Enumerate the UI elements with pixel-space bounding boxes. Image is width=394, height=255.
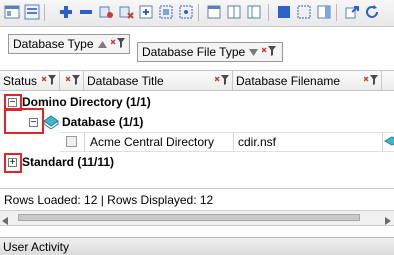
filter-icon[interactable] — [65, 74, 80, 89]
group-chip-database-type[interactable]: Database Type — [8, 34, 130, 54]
column-label: Database Filename — [236, 73, 341, 88]
column-label: Database Title — [87, 73, 164, 88]
open-database-icon[interactable] — [4, 4, 20, 20]
filter-icon[interactable] — [214, 74, 229, 89]
expand-columns-icon[interactable] — [138, 4, 154, 20]
cell-database-title: Acme Central Directory — [90, 135, 215, 149]
layout-icon[interactable] — [246, 4, 262, 20]
toolbar — [0, 0, 394, 27]
column-icon[interactable] — [60, 71, 84, 90]
group-row-standard[interactable]: Standard (11/11) — [22, 155, 114, 169]
row-checkbox[interactable] — [66, 136, 77, 147]
select-icon[interactable] — [158, 4, 174, 20]
filter-icon[interactable] — [261, 45, 277, 60]
column-label: Status — [3, 73, 38, 88]
scroll-left-icon[interactable] — [2, 214, 8, 228]
group-row-domino-directory[interactable]: Domino Directory (1/1) — [22, 95, 151, 109]
blue-square-icon[interactable] — [276, 4, 292, 20]
layout-grid-icon[interactable] — [296, 4, 312, 20]
database-icon — [43, 115, 59, 132]
grouping-bar: Database Type Database File Type — [0, 27, 394, 69]
panel-title: User Activity — [3, 239, 70, 254]
add-icon[interactable] — [58, 4, 74, 20]
refresh-icon[interactable] — [364, 4, 380, 20]
panel-title-bar: User Activity — [0, 237, 394, 255]
scroll-thumb[interactable] — [18, 214, 360, 221]
filter-icon[interactable] — [41, 74, 56, 89]
connect-icon[interactable] — [98, 4, 114, 20]
horizontal-scrollbar[interactable] — [0, 210, 394, 226]
column-status[interactable]: Status — [0, 71, 60, 90]
column-header-row: Status Database Title Database Filename — [0, 70, 394, 91]
group-chip-label: Database File Type — [142, 45, 246, 59]
disconnect-icon[interactable] — [118, 4, 134, 20]
sort-up-icon[interactable] — [97, 37, 107, 51]
remove-icon[interactable] — [78, 4, 94, 20]
column-database-title[interactable]: Database Title — [84, 71, 233, 90]
group-chip-database-file-type[interactable]: Database File Type — [137, 42, 283, 62]
highlight-box — [4, 153, 22, 173]
pane-icon[interactable] — [206, 4, 222, 20]
split-view-icon[interactable] — [226, 4, 242, 20]
database-icon — [383, 136, 394, 151]
status-text: Rows Loaded: 12 | Rows Displayed: 12 — [4, 192, 214, 207]
group-chip-label: Database Type — [13, 37, 94, 51]
view-icon[interactable] — [24, 4, 40, 20]
layout-icon[interactable] — [316, 4, 332, 20]
layout-grid-icon[interactable] — [178, 4, 194, 20]
export-icon[interactable] — [344, 4, 360, 20]
column-database-filename[interactable]: Database Filename — [233, 71, 382, 90]
sort-down-icon[interactable] — [249, 45, 259, 59]
column-extra[interactable] — [382, 71, 394, 90]
filter-icon[interactable] — [363, 74, 378, 89]
status-bar: Rows Loaded: 12 | Rows Displayed: 12 — [0, 188, 394, 210]
cell-database-filename: cdir.nsf — [238, 135, 277, 149]
group-row-database[interactable]: Database (1/1) — [62, 115, 143, 129]
scroll-right-icon[interactable] — [385, 214, 391, 228]
filter-icon[interactable] — [109, 37, 125, 52]
highlight-box — [4, 108, 44, 134]
